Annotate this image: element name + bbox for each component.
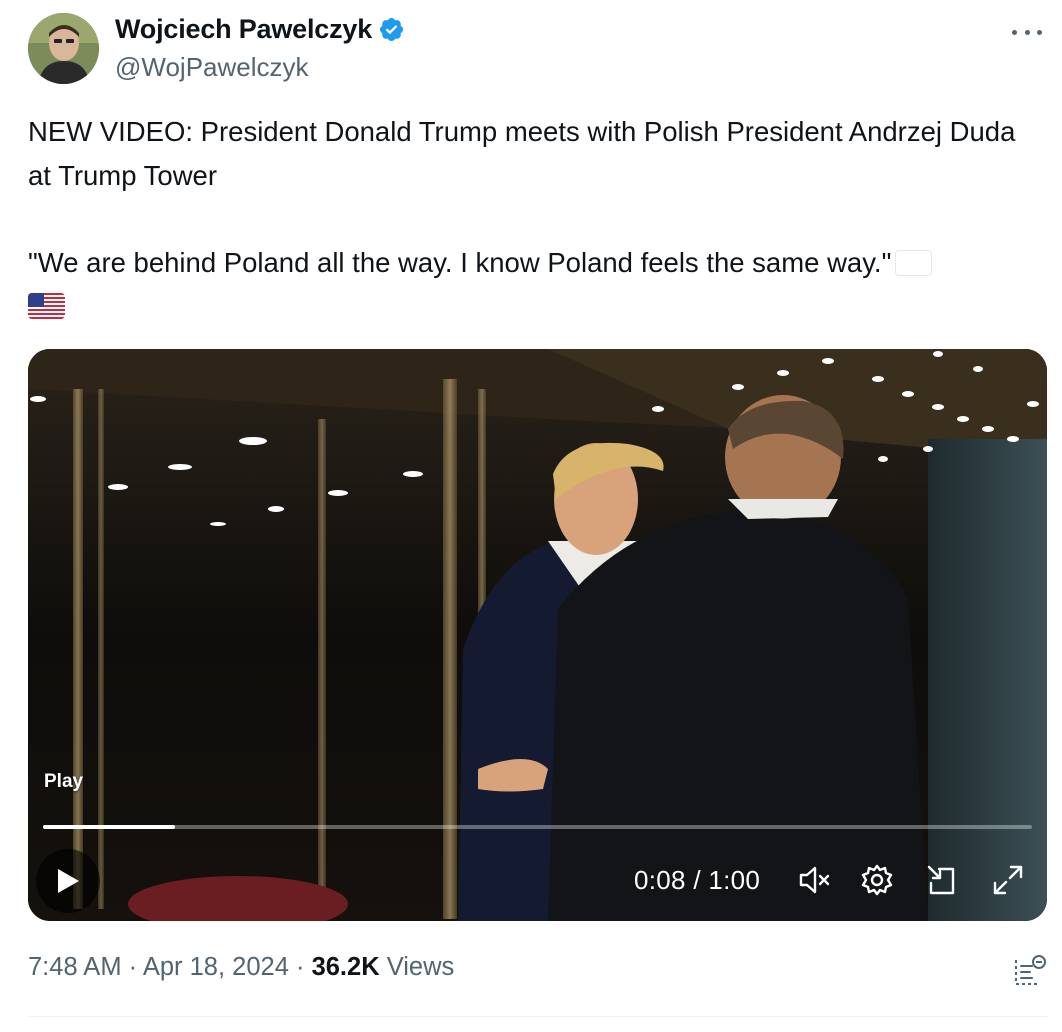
play-icon xyxy=(58,869,79,893)
tweet-quote-text: "We are behind Poland all the way. I kno… xyxy=(28,246,892,278)
meta-separator: · xyxy=(128,953,138,981)
avatar[interactable] xyxy=(28,13,99,84)
fullscreen-icon xyxy=(993,865,1023,895)
video-player[interactable]: Play 0:08 / 1:00 xyxy=(28,349,1047,921)
tweet-line-flag xyxy=(28,284,1038,328)
meta-separator: · xyxy=(295,953,305,981)
tweet-line-quote: "We are behind Poland all the way. I kno… xyxy=(28,241,1038,285)
tweet-date[interactable]: Apr 18, 2024 xyxy=(143,953,289,981)
flag-poland-icon xyxy=(895,249,933,276)
tweet-line-headline: NEW VIDEO: President Donald Trump meets … xyxy=(28,116,1016,191)
views-label: Views xyxy=(386,953,455,981)
play-label: Play xyxy=(44,771,84,792)
mute-icon xyxy=(799,866,830,894)
tweet-meta: 7:48 AM · Apr 18, 2024 · 36.2K Views xyxy=(28,953,454,982)
settings-button[interactable] xyxy=(859,862,895,898)
analytics-icon[interactable] xyxy=(1012,952,1048,988)
tweet-text: NEW VIDEO: President Donald Trump meets … xyxy=(28,110,1038,328)
pip-icon xyxy=(927,865,955,895)
divider xyxy=(28,1016,1048,1017)
more-icon[interactable] xyxy=(1012,18,1042,46)
views-count: 36.2K xyxy=(311,953,380,981)
flag-usa-icon xyxy=(28,293,65,319)
pip-button[interactable] xyxy=(924,862,960,898)
progress-fill xyxy=(43,825,175,829)
video-frame xyxy=(28,349,1047,921)
author-display-name[interactable]: Wojciech Pawelczyk xyxy=(115,14,372,45)
time-display: 0:08 / 1:00 xyxy=(634,865,761,895)
progress-bar[interactable] xyxy=(43,825,1032,829)
verified-badge-icon xyxy=(380,17,404,42)
fullscreen-button[interactable] xyxy=(990,862,1026,898)
tweet-time[interactable]: 7:48 AM xyxy=(28,953,122,981)
mute-button[interactable] xyxy=(796,862,832,898)
author-handle[interactable]: @WojPawelczyk xyxy=(115,52,309,83)
play-button[interactable] xyxy=(36,849,100,913)
settings-icon xyxy=(861,864,893,896)
